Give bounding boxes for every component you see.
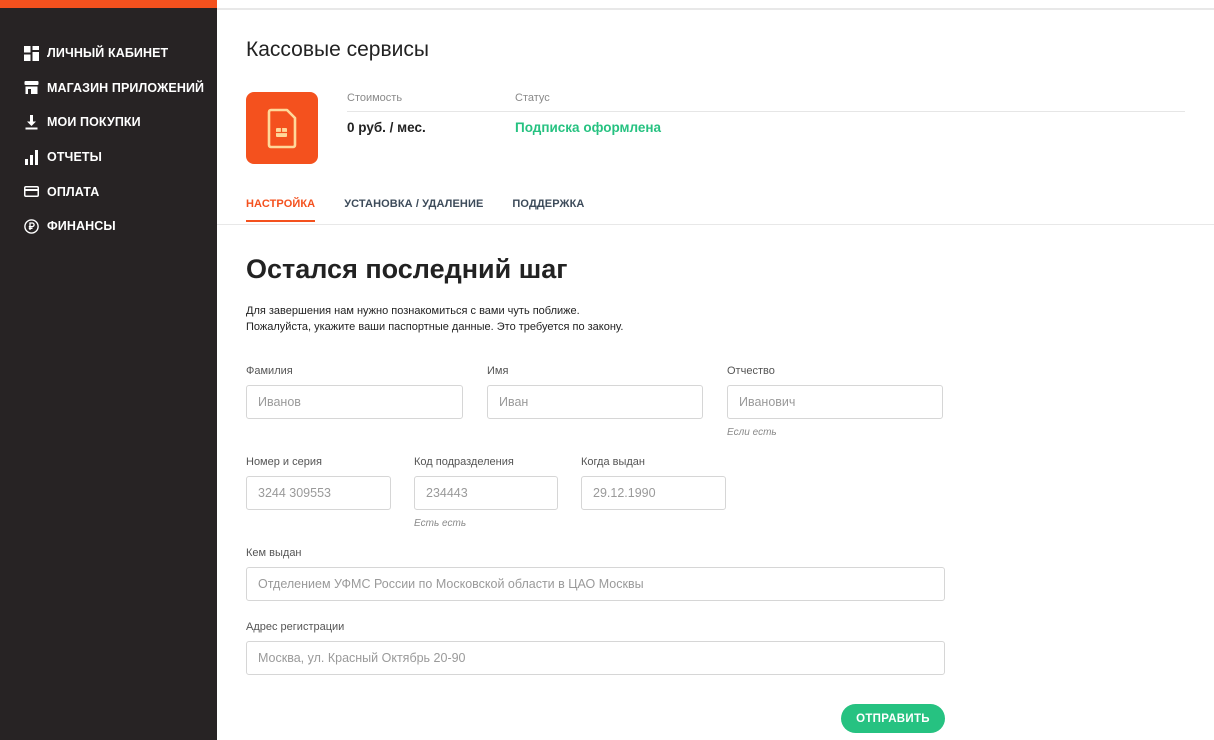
last-name-field[interactable]: [246, 385, 463, 419]
issue-date-field[interactable]: [581, 476, 726, 510]
middle-name-label: Отчество: [727, 365, 775, 377]
sidebar-item-label: ФИНАНСЫ: [47, 219, 116, 234]
address-field[interactable]: [246, 641, 945, 675]
sidebar-item-label: ОПЛАТА: [47, 184, 100, 199]
tab-bar: НАСТРОЙКА УСТАНОВКА / УДАЛЕНИЕ ПОДДЕРЖКА: [246, 198, 613, 222]
sidebar-item-dashboard[interactable]: ЛИЧНЫЙ КАБИНЕТ: [24, 36, 204, 71]
issue-date-label: Когда выдан: [581, 456, 645, 468]
division-code-label: Код подразделения: [414, 456, 514, 468]
passport-number-field[interactable]: [246, 476, 391, 510]
cost-label: Стоимость: [347, 92, 403, 104]
form-heading: Остался последний шаг: [246, 254, 568, 284]
last-name-label: Фамилия: [246, 365, 293, 377]
first-name-field[interactable]: [487, 385, 703, 419]
app-icon-tile: [246, 92, 318, 164]
sidebar-accent-bar: [0, 0, 217, 8]
first-name-label: Имя: [487, 365, 509, 377]
tabs-divider: [217, 224, 1214, 225]
middle-name-hint: Если есть: [727, 427, 777, 438]
sidebar-item-payment[interactable]: ОПЛАТА: [24, 174, 204, 209]
ruble-icon: [24, 218, 39, 234]
sidebar-item-finance[interactable]: ФИНАНСЫ: [24, 209, 204, 244]
status-label: Статус: [515, 92, 550, 104]
sidebar-item-label: ЛИЧНЫЙ КАБИНЕТ: [47, 46, 169, 61]
sidebar-item-purchases[interactable]: МОИ ПОКУПКИ: [24, 105, 204, 140]
submit-button[interactable]: ОТПРАВИТЬ: [841, 704, 945, 733]
status-value: Подписка оформлена: [515, 120, 662, 135]
credit-card-icon: [24, 184, 39, 199]
cost-value: 0 руб. / мес.: [347, 120, 426, 135]
issued-by-label: Кем выдан: [246, 547, 302, 559]
issued-by-field[interactable]: [246, 567, 945, 601]
store-icon: [24, 80, 39, 95]
sidebar-nav: ЛИЧНЫЙ КАБИНЕТ МАГАЗИН ПРИЛОЖЕНИЙ МОИ ПО…: [24, 36, 204, 244]
sidebar-item-label: МАГАЗИН ПРИЛОЖЕНИЙ: [47, 80, 205, 95]
sidebar-item-label: МОИ ПОКУПКИ: [47, 115, 141, 130]
passport-number-label: Номер и серия: [246, 456, 322, 468]
tab-install-uninstall[interactable]: УСТАНОВКА / УДАЛЕНИЕ: [344, 198, 483, 222]
sidebar-item-label: ОТЧЕТЫ: [47, 150, 102, 165]
download-icon: [24, 114, 39, 130]
address-label: Адрес регистрации: [246, 621, 345, 633]
division-code-field[interactable]: [414, 476, 558, 510]
division-code-hint: Есть есть: [414, 518, 467, 529]
form-description-line: Для завершения нам нужно познакомиться с…: [246, 305, 580, 317]
sidebar-item-store[interactable]: МАГАЗИН ПРИЛОЖЕНИЙ: [24, 71, 204, 106]
form-description: Для завершения нам нужно познакомиться с…: [246, 303, 623, 335]
middle-name-field[interactable]: [727, 385, 943, 419]
dashboard-icon: [24, 45, 39, 61]
sidebar-item-reports[interactable]: ОТЧЕТЫ: [24, 140, 204, 175]
page-title: Кассовые сервисы: [246, 38, 429, 61]
sim-card-icon: [267, 108, 297, 149]
sidebar: ЛИЧНЫЙ КАБИНЕТ МАГАЗИН ПРИЛОЖЕНИЙ МОИ ПО…: [0, 0, 217, 740]
tab-settings[interactable]: НАСТРОЙКА: [246, 198, 316, 222]
bar-chart-icon: [24, 149, 39, 165]
top-divider: [217, 8, 1214, 10]
tab-support[interactable]: ПОДДЕРЖКА: [512, 198, 584, 222]
form-description-line: Пожалуйста, укажите ваши паспортные данн…: [246, 321, 624, 333]
meta-divider: [347, 111, 1185, 112]
